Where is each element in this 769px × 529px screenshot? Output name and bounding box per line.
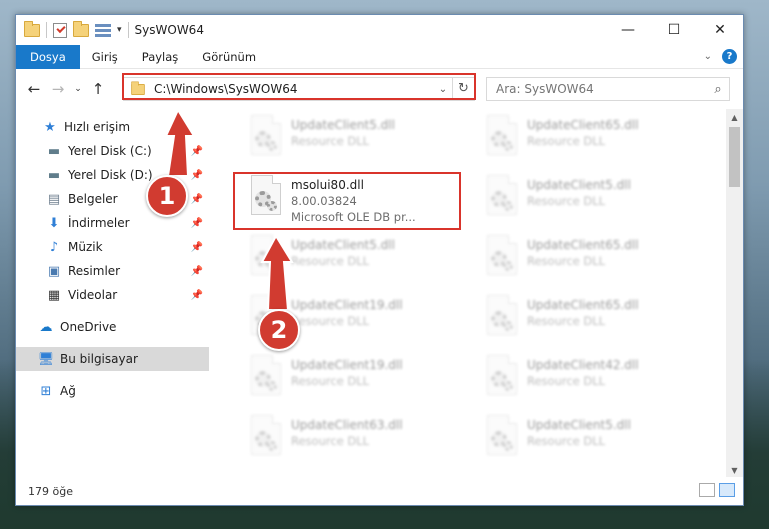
step-badge-2: 2	[258, 309, 300, 351]
annotation-arrows	[164, 107, 294, 311]
step-badge-1: 1	[146, 175, 188, 217]
arrow-1-icon	[164, 107, 196, 177]
arrow-2-icon	[260, 233, 294, 311]
